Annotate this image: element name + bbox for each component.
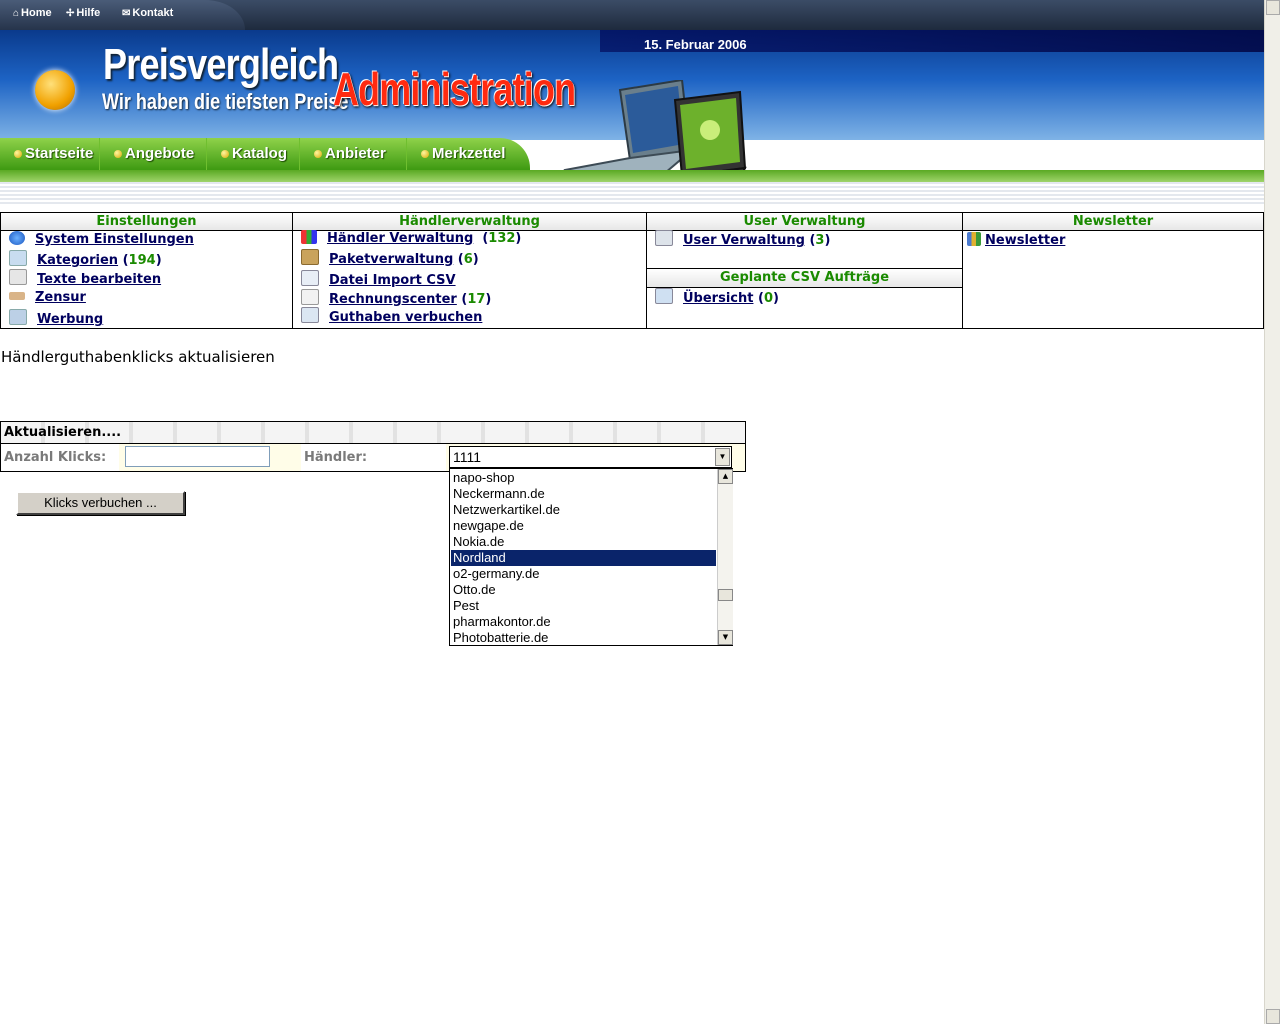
- menu-newsletter[interactable]: Newsletter: [967, 232, 1065, 250]
- scroll-up-icon[interactable]: ▲: [718, 469, 733, 484]
- dropdown-option[interactable]: napo-shop: [451, 470, 716, 486]
- col-header: Newsletter: [963, 213, 1263, 231]
- contact-link[interactable]: ✉ Kontakt: [122, 7, 173, 19]
- menu-csv-uebersicht[interactable]: Übersicht (0): [655, 288, 779, 306]
- menu-guthaben-verbuchen[interactable]: Guthaben verbuchen: [301, 307, 482, 325]
- eraser-icon: [9, 292, 25, 300]
- col-header: Einstellungen: [1, 213, 292, 231]
- page-scrollbar[interactable]: [1264, 0, 1280, 1024]
- header-date: 15. Februar 2006: [644, 37, 747, 52]
- bullet-icon: [114, 150, 122, 159]
- help-link[interactable]: ✢ Hilfe: [66, 7, 100, 19]
- haendler-dropdown-list[interactable]: napo-shop Neckermann.de Netzwerkartikel.…: [449, 468, 733, 646]
- logo-title: Preisvergleich: [103, 40, 339, 89]
- form-header: Aktualisieren....: [1, 422, 745, 444]
- bullet-icon: [14, 150, 22, 159]
- bullet-icon: [314, 150, 322, 159]
- invoice-icon: [301, 289, 319, 305]
- col-newsletter: Newsletter Newsletter: [963, 213, 1263, 328]
- nav-startseite[interactable]: Startseite: [0, 138, 100, 170]
- import-icon: [301, 270, 319, 286]
- menu-rechnungscenter[interactable]: Rechnungscenter (17): [301, 289, 491, 307]
- top-bar: ⌂ Home ✢ Hilfe ✉ Kontakt: [0, 0, 1264, 30]
- menu-kategorien[interactable]: Kategorien (194): [9, 250, 162, 268]
- chevron-down-icon[interactable]: ▼: [715, 448, 730, 466]
- home-link[interactable]: ⌂ Home: [13, 7, 52, 19]
- dropdown-option[interactable]: o2-germany.de: [451, 566, 716, 582]
- main-nav: Startseite Angebote Katalog Anbieter Mer…: [0, 138, 530, 170]
- blocks-icon: [301, 230, 317, 244]
- user-icon: [655, 230, 673, 246]
- header-stripes: [0, 182, 1264, 204]
- logo-icon: [35, 70, 75, 110]
- newsletter-icon: [967, 232, 981, 246]
- col-header: Händlerverwaltung: [293, 213, 646, 231]
- dropdown-option[interactable]: Photobatterie.de: [451, 630, 716, 646]
- dropdown-option[interactable]: Pest: [451, 598, 716, 614]
- klicks-input[interactable]: [125, 446, 270, 467]
- col-header: User Verwaltung: [647, 213, 962, 231]
- add-credit-icon: [301, 307, 319, 323]
- menu-system-einstellungen[interactable]: System Einstellungen: [9, 231, 194, 249]
- dropdown-option[interactable]: Nokia.de: [451, 534, 716, 550]
- globe-icon: [9, 231, 25, 245]
- scroll-down-icon[interactable]: [1266, 1009, 1280, 1024]
- admin-overlay-title: Administration: [333, 63, 576, 115]
- overview-icon: [655, 288, 673, 304]
- dropdown-option[interactable]: newgape.de: [451, 518, 716, 534]
- csv-header: Geplante CSV Aufträge: [647, 268, 962, 288]
- scroll-up-icon[interactable]: [1266, 0, 1280, 15]
- dropdown-scrollbar[interactable]: ▲ ▼: [717, 469, 733, 645]
- klicks-verbuchen-button[interactable]: Klicks verbuchen ...: [16, 491, 185, 515]
- menu-user-verwaltung[interactable]: User Verwaltung (3): [655, 230, 830, 248]
- scroll-thumb[interactable]: [718, 589, 733, 601]
- menu-paketverwaltung[interactable]: Paketverwaltung (6): [301, 249, 479, 267]
- home-icon: ⌂: [13, 8, 20, 19]
- nav-angebote[interactable]: Angebote: [100, 138, 207, 170]
- menu-datei-import-csv[interactable]: Datei Import CSV: [301, 270, 456, 288]
- bullet-icon: [221, 150, 229, 159]
- klicks-label: Anzahl Klicks:: [4, 450, 107, 465]
- menu-texte-bearbeiten[interactable]: Texte bearbeiten: [9, 269, 161, 287]
- header-green-line: [0, 170, 1264, 182]
- dropdown-option-selected[interactable]: Nordland: [451, 550, 716, 566]
- col-user-verwaltung: User Verwaltung User Verwaltung (3) Gepl…: [647, 213, 963, 328]
- dropdown-option[interactable]: pharmakontor.de: [451, 614, 716, 630]
- haendler-select[interactable]: 1111 ▼: [449, 446, 732, 468]
- ad-icon: [9, 309, 27, 325]
- scroll-down-icon[interactable]: ▼: [718, 630, 733, 645]
- nav-anbieter[interactable]: Anbieter: [300, 138, 407, 170]
- folder-icon: [9, 250, 27, 266]
- help-icon: ✢: [66, 8, 75, 19]
- dropdown-option[interactable]: Otto.de: [451, 582, 716, 598]
- dropdown-option[interactable]: Netzwerkartikel.de: [451, 502, 716, 518]
- admin-menu: Einstellungen System Einstellungen Kateg…: [0, 212, 1264, 329]
- mail-icon: ✉: [122, 8, 131, 19]
- menu-zensur[interactable]: Zensur: [9, 289, 86, 307]
- menu-werbung[interactable]: Werbung: [9, 309, 103, 327]
- nav-katalog[interactable]: Katalog: [207, 138, 300, 170]
- package-icon: [301, 249, 319, 265]
- nav-merkzettel[interactable]: Merkzettel: [407, 138, 517, 170]
- col-einstellungen: Einstellungen System Einstellungen Kateg…: [1, 213, 293, 328]
- logo-slogan: Wir haben die tiefsten Preise: [102, 89, 349, 114]
- dropdown-option[interactable]: Neckermann.de: [451, 486, 716, 502]
- page-title: Händlerguthabenklicks aktualisieren: [1, 348, 275, 366]
- bullet-icon: [421, 150, 429, 159]
- menu-haendler-verwaltung[interactable]: Händler Verwaltung (132): [301, 230, 521, 248]
- col-haendlerverwaltung: Händlerverwaltung Händler Verwaltung (13…: [293, 213, 647, 328]
- haendler-label: Händler:: [304, 450, 368, 465]
- edit-icon: [9, 269, 27, 285]
- haendler-select-value: 1111: [453, 449, 482, 465]
